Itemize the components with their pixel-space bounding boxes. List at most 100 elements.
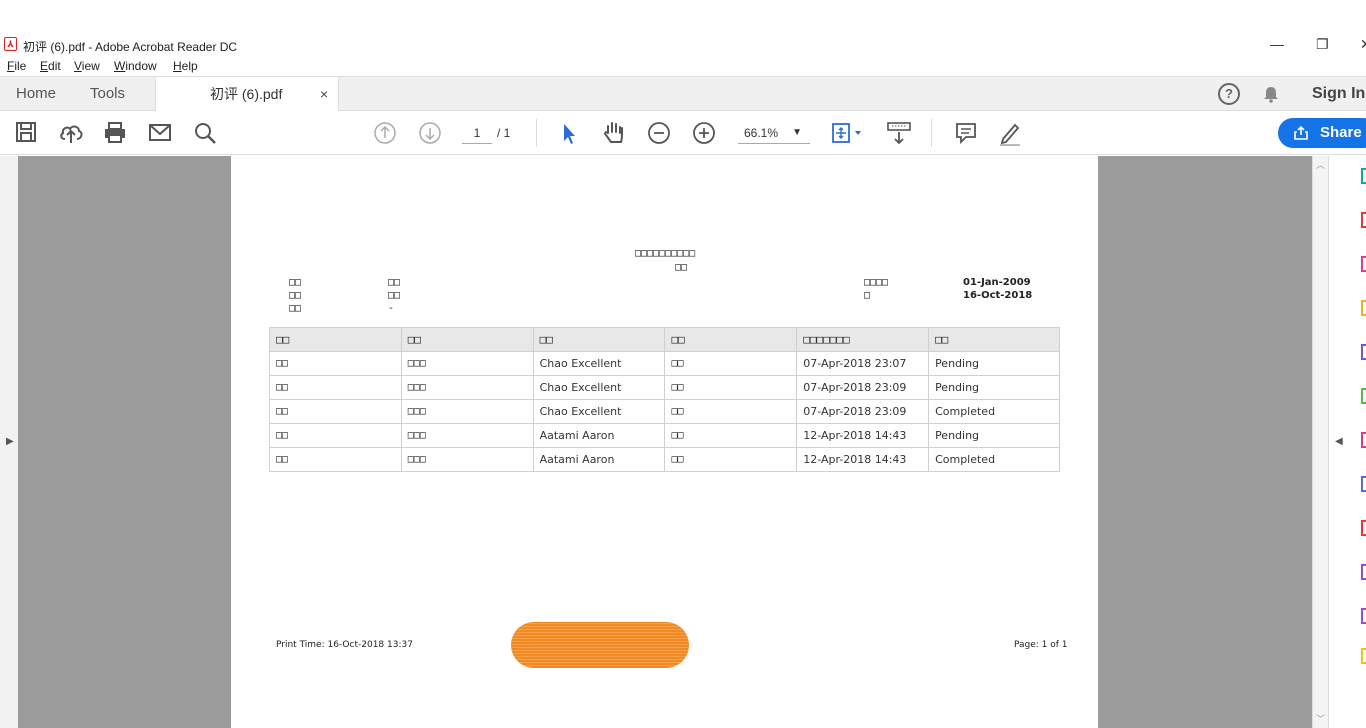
optimize-pdf-icon[interactable]	[1361, 520, 1366, 536]
tab-document[interactable]: 初评 (6).pdf ×	[155, 77, 339, 111]
table-row: □□ □□□ Aatami Aaron □□ 12-Apr-2018 14:43…	[269, 447, 1060, 472]
meta-value: □□	[388, 277, 401, 288]
tools-pane: ◀	[1328, 156, 1366, 728]
scroll-down-icon[interactable]: ﹀	[1316, 712, 1325, 725]
vertical-scrollbar[interactable]: ︿ ﹀	[1312, 156, 1328, 728]
help-icon[interactable]: ?	[1218, 83, 1240, 105]
end-date: 16-Oct-2018	[963, 290, 1033, 301]
email-icon[interactable]	[148, 119, 172, 147]
create-pdf-icon[interactable]	[1361, 212, 1366, 228]
table-cell: Chao Excellent	[532, 399, 666, 424]
meta-right-values: 01-Jan-2009 16-Oct-2018	[963, 276, 1032, 302]
save-icon[interactable]	[15, 119, 37, 147]
table-cell: Pending	[928, 351, 1060, 376]
expand-left-pane-icon[interactable]: ▶	[6, 436, 14, 447]
print-icon[interactable]	[103, 119, 127, 147]
next-page-icon[interactable]	[418, 119, 442, 147]
previous-page-icon[interactable]	[373, 119, 397, 147]
highlight-pen-icon[interactable]	[997, 119, 1023, 147]
send-for-signature-icon[interactable]	[1361, 608, 1366, 624]
table-cell: Completed	[928, 399, 1060, 424]
table-cell: 07-Apr-2018 23:09	[796, 375, 930, 400]
table-cell: □□	[664, 447, 798, 472]
fit-page-icon[interactable]	[830, 119, 866, 147]
menu-window[interactable]: Window	[114, 59, 157, 73]
meta-label: □□	[289, 290, 302, 301]
fill-sign-icon[interactable]	[1361, 564, 1366, 580]
restore-button[interactable]: ❐	[1316, 36, 1329, 53]
organize-pages-icon[interactable]	[1361, 388, 1366, 404]
redact-icon[interactable]	[1361, 432, 1366, 448]
combine-files-icon[interactable]	[1361, 344, 1366, 360]
select-arrow-icon[interactable]	[559, 119, 579, 147]
column-header: □□□□□□□	[796, 327, 930, 352]
menu-file[interactable]: File	[7, 59, 26, 73]
scroll-mode-icon[interactable]	[886, 119, 912, 147]
chevron-down-icon: ▼	[792, 127, 802, 138]
page-number-input[interactable]: 1	[462, 122, 492, 144]
export-pdf-icon[interactable]	[1361, 168, 1366, 184]
protect-icon[interactable]	[1361, 476, 1366, 492]
share-label: Share	[1320, 124, 1362, 141]
edit-pdf-icon[interactable]	[1361, 256, 1366, 272]
upload-cloud-icon[interactable]	[59, 119, 83, 147]
left-pane-toggle[interactable]: ▶	[0, 156, 18, 728]
hand-tool-icon[interactable]	[601, 119, 627, 147]
meta-value: -	[388, 303, 395, 314]
close-tab-icon[interactable]: ×	[320, 77, 328, 111]
table-row: □□ □□□ Chao Excellent □□ 07-Apr-2018 23:…	[269, 399, 1060, 424]
search-icon[interactable]	[193, 119, 217, 147]
meta-value: □□	[388, 290, 401, 301]
menu-edit[interactable]: Edit	[40, 59, 61, 73]
minimize-button[interactable]: —	[1270, 36, 1284, 52]
zoom-out-icon[interactable]	[647, 119, 671, 147]
table-cell: □□	[269, 423, 402, 448]
window-title: 初评 (6).pdf - Adobe Acrobat Reader DC	[23, 40, 238, 54]
column-header: □□	[532, 327, 666, 352]
table-cell: Pending	[928, 375, 1060, 400]
menu-view[interactable]: View	[74, 59, 100, 73]
table-cell: Aatami Aaron	[532, 447, 666, 472]
meta-label: □□	[289, 277, 302, 288]
tab-bar: Home Tools 初评 (6).pdf × ? Sign In	[0, 76, 1366, 111]
table-cell: □□□	[400, 375, 534, 400]
comment-tool-icon[interactable]	[1361, 300, 1366, 316]
page-footer: Page: 1 of 1	[1014, 640, 1068, 650]
tab-tools[interactable]: Tools	[90, 77, 125, 111]
table-cell: □□□	[400, 399, 534, 424]
title-bar: ⅄ 初评 (6).pdf - Adobe Acrobat Reader DC —…	[0, 36, 1366, 56]
table-cell: □□	[269, 351, 402, 376]
table-cell: □□	[664, 399, 798, 424]
tab-document-label: 初评 (6).pdf	[210, 86, 283, 102]
menu-help[interactable]: Help	[173, 59, 198, 73]
table-cell: Aatami Aaron	[532, 423, 666, 448]
comment-icon[interactable]	[954, 119, 978, 147]
table-header-row: □□ □□ □□ □□ □□□□□□□ □□	[269, 327, 1060, 352]
more-tools-icon[interactable]	[1361, 648, 1366, 664]
tab-home[interactable]: Home	[16, 77, 56, 111]
column-header: □□	[269, 327, 402, 352]
report-table: □□ □□ □□ □□ □□□□□□□ □□ □□ □□□ Chao Excel…	[269, 327, 1060, 472]
table-cell: □□	[664, 351, 798, 376]
close-window-button[interactable]: ✕	[1360, 36, 1366, 53]
sign-in-link[interactable]: Sign In	[1312, 77, 1365, 111]
share-button[interactable]: Share	[1278, 118, 1366, 148]
meta-right-labels: □□□□ □	[864, 276, 888, 302]
zoom-level-dropdown[interactable]: 66.1% ▼	[738, 122, 810, 144]
table-cell: □□	[664, 423, 798, 448]
report-title: □□□□□□□□□□	[635, 248, 696, 259]
zoom-level-value: 66.1%	[744, 126, 779, 140]
zoom-in-icon[interactable]	[692, 119, 716, 147]
toolbar-divider	[536, 119, 537, 147]
meta-label: □□	[289, 303, 302, 314]
redaction-scribble	[511, 622, 689, 668]
collapse-tools-pane-icon[interactable]: ◀	[1335, 436, 1343, 447]
pdf-page: □□□□□□□□□□ □□ □□ □□ □□ □□ □□ - □□□□ □ 01…	[231, 156, 1098, 728]
table-cell: 12-Apr-2018 14:43	[796, 423, 930, 448]
table-cell: Chao Excellent	[532, 375, 666, 400]
scroll-up-icon[interactable]: ︿	[1316, 158, 1325, 171]
table-cell: 07-Apr-2018 23:07	[796, 351, 930, 376]
table-row: □□ □□□ Chao Excellent □□ 07-Apr-2018 23:…	[269, 351, 1060, 376]
bell-icon[interactable]	[1262, 85, 1280, 103]
acrobat-app-icon: ⅄	[4, 37, 17, 51]
